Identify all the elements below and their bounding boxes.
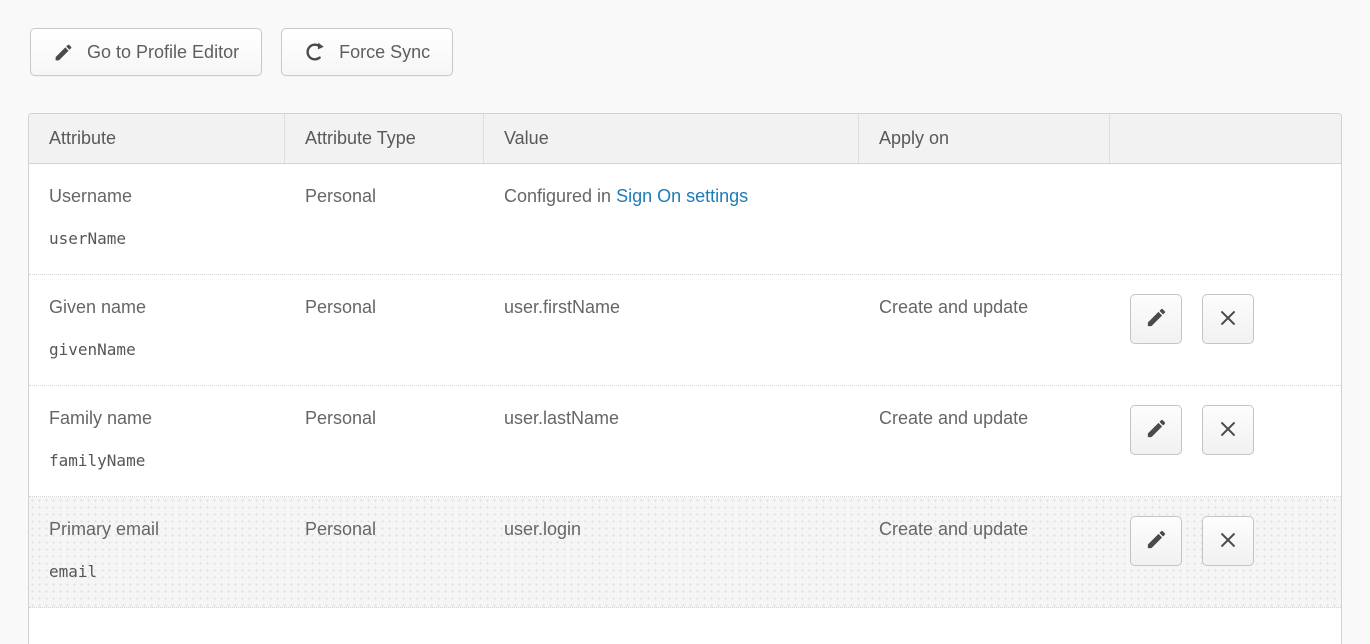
table-row-empty xyxy=(29,608,1341,644)
attribute-variable: familyName xyxy=(49,451,271,470)
attribute-label: Primary email xyxy=(49,519,159,539)
pencil-icon xyxy=(1145,528,1168,554)
close-icon xyxy=(1217,307,1239,332)
actions-cell xyxy=(1110,275,1341,385)
apply-on-cell: Create and update xyxy=(859,275,1110,385)
header-value: Value xyxy=(484,114,859,163)
go-to-profile-editor-button[interactable]: Go to Profile Editor xyxy=(30,28,262,76)
header-attribute-type: Attribute Type xyxy=(285,114,484,163)
attribute-mappings-table: Attribute Attribute Type Value Apply on … xyxy=(28,113,1342,644)
go-to-profile-editor-label: Go to Profile Editor xyxy=(87,42,239,63)
attribute-variable: userName xyxy=(49,229,271,248)
attribute-label: Given name xyxy=(49,297,146,317)
actions-cell xyxy=(1110,497,1341,607)
pencil-icon xyxy=(1145,417,1168,443)
apply-on-cell: Create and update xyxy=(859,497,1110,607)
attribute-type-cell: Personal xyxy=(285,275,484,385)
close-icon xyxy=(1217,418,1239,443)
value-cell: user.login xyxy=(484,497,859,607)
table-row-primary-email: Primary email email Personal user.login … xyxy=(29,497,1341,608)
attribute-variable: givenName xyxy=(49,340,271,359)
pencil-icon xyxy=(53,42,74,63)
remove-button[interactable] xyxy=(1202,405,1254,455)
attribute-cell: Primary email email xyxy=(29,497,285,607)
attribute-type-cell: Personal xyxy=(285,386,484,496)
actions-cell xyxy=(1110,164,1341,274)
attribute-cell: Given name givenName xyxy=(29,275,285,385)
header-apply-on: Apply on xyxy=(859,114,1110,163)
actions-cell xyxy=(1110,386,1341,496)
edit-button[interactable] xyxy=(1130,516,1182,566)
attribute-cell: Username userName xyxy=(29,164,285,274)
attribute-label: Family name xyxy=(49,408,152,428)
toolbar: Go to Profile Editor Force Sync xyxy=(30,28,1370,76)
remove-button[interactable] xyxy=(1202,294,1254,344)
remove-button[interactable] xyxy=(1202,516,1254,566)
attribute-cell: Family name familyName xyxy=(29,386,285,496)
value-prefix: Configured in xyxy=(504,186,616,206)
force-sync-label: Force Sync xyxy=(339,42,430,63)
edit-button[interactable] xyxy=(1130,294,1182,344)
edit-button[interactable] xyxy=(1130,405,1182,455)
table-row-username: Username userName Personal Configured in… xyxy=(29,164,1341,275)
table-row-family-name: Family name familyName Personal user.las… xyxy=(29,386,1341,497)
header-actions xyxy=(1110,114,1341,163)
attribute-type-cell: Personal xyxy=(285,164,484,274)
attribute-variable: email xyxy=(49,562,271,581)
apply-on-cell xyxy=(859,164,1110,274)
value-cell: user.lastName xyxy=(484,386,859,496)
header-attribute: Attribute xyxy=(29,114,285,163)
refresh-icon xyxy=(304,41,326,63)
table-header-row: Attribute Attribute Type Value Apply on xyxy=(29,114,1341,164)
pencil-icon xyxy=(1145,306,1168,332)
close-icon xyxy=(1217,529,1239,554)
force-sync-button[interactable]: Force Sync xyxy=(281,28,453,76)
apply-on-cell: Create and update xyxy=(859,386,1110,496)
value-cell: user.firstName xyxy=(484,275,859,385)
attribute-type-cell: Personal xyxy=(285,497,484,607)
attribute-label: Username xyxy=(49,186,132,206)
value-cell: Configured in Sign On settings xyxy=(484,164,859,274)
sign-on-settings-link[interactable]: Sign On settings xyxy=(616,186,748,206)
table-row-given-name: Given name givenName Personal user.first… xyxy=(29,275,1341,386)
